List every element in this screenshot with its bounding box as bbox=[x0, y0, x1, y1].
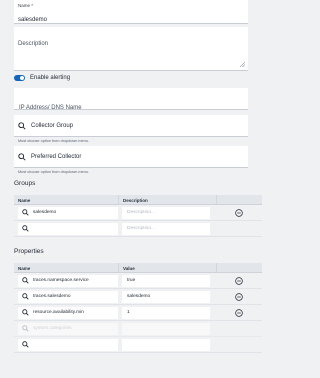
name-value[interactable]: salesdemo bbox=[18, 17, 47, 23]
ip-dns-field[interactable]: IP Address/ DNS Name bbox=[14, 88, 248, 111]
name-label: Name * bbox=[18, 3, 34, 8]
properties-table-header: Name Value bbox=[14, 263, 262, 273]
search-icon bbox=[22, 277, 29, 284]
search-icon bbox=[22, 293, 29, 300]
group-name-input[interactable]: salesdemo bbox=[18, 206, 118, 219]
table-row: resource.availability.min 1 bbox=[14, 305, 262, 321]
property-name: traces.namespace.service bbox=[33, 278, 89, 283]
property-name-input-empty[interactable] bbox=[18, 338, 118, 351]
search-icon bbox=[22, 209, 29, 216]
search-icon bbox=[22, 309, 29, 316]
preferred-collector-helper: Must choose option from dropdown menu. bbox=[18, 170, 89, 174]
search-icon bbox=[18, 121, 26, 130]
groups-col-description: Description bbox=[118, 195, 216, 204]
remove-circle-icon[interactable] bbox=[235, 208, 243, 217]
description-field[interactable]: Description bbox=[14, 27, 248, 71]
properties-table: Name Value traces.namespace.service true bbox=[14, 263, 262, 353]
description-placeholder: Description bbox=[18, 41, 49, 47]
property-name-input[interactable]: traces.salesdemo bbox=[18, 290, 118, 303]
table-row: system.categories bbox=[14, 321, 262, 337]
collector-group-field[interactable]: Collector Group bbox=[14, 115, 248, 137]
search-icon bbox=[22, 325, 29, 332]
groups-col-actions bbox=[216, 195, 262, 204]
property-name-input-disabled[interactable]: system.categories bbox=[18, 322, 118, 335]
property-value-input[interactable]: true bbox=[122, 274, 210, 287]
property-name: resource.availability.min bbox=[33, 310, 84, 315]
remove-circle-icon[interactable] bbox=[235, 276, 243, 285]
property-value-input[interactable]: salesdemo bbox=[122, 290, 210, 303]
property-name: traces.salesdemo bbox=[33, 294, 71, 299]
search-icon bbox=[22, 225, 29, 232]
properties-title: Properties bbox=[14, 248, 44, 255]
groups-table: Name Description salesdemo Description..… bbox=[14, 195, 262, 237]
alerting-label: Enable alerting bbox=[30, 75, 71, 81]
remove-circle-icon[interactable] bbox=[235, 308, 243, 317]
groups-title: Groups bbox=[14, 180, 36, 187]
group-description-input-empty[interactable]: Description... bbox=[122, 222, 210, 235]
table-row: traces.namespace.service true bbox=[14, 273, 262, 289]
property-name-placeholder: system.categories bbox=[33, 326, 72, 331]
property-value-input[interactable] bbox=[122, 338, 210, 351]
name-field[interactable]: Name * salesdemo bbox=[14, 0, 248, 24]
properties-col-value: Value bbox=[118, 263, 216, 272]
property-name-input[interactable]: traces.namespace.service bbox=[18, 274, 118, 287]
search-icon bbox=[18, 152, 26, 161]
search-icon bbox=[22, 341, 29, 348]
group-description-input[interactable]: Description... bbox=[122, 206, 210, 219]
table-row: salesdemo Description... bbox=[14, 205, 262, 221]
groups-table-header: Name Description bbox=[14, 195, 262, 205]
properties-col-actions bbox=[216, 263, 262, 272]
property-name-input[interactable]: resource.availability.min bbox=[18, 306, 118, 319]
property-value-input[interactable] bbox=[122, 322, 210, 335]
collector-group-helper: Must choose option from dropdown menu. bbox=[18, 139, 89, 143]
remove-circle-icon[interactable] bbox=[235, 292, 243, 301]
table-row bbox=[14, 337, 262, 353]
ip-dns-placeholder: IP Address/ DNS Name bbox=[19, 105, 82, 111]
groups-col-name: Name bbox=[18, 198, 31, 203]
device-form: Name * salesdemo Description Enable aler… bbox=[14, 0, 262, 353]
preferred-collector-placeholder: Preferred Collector bbox=[31, 153, 82, 160]
resize-grip-icon[interactable] bbox=[240, 62, 245, 67]
group-name-input-empty[interactable] bbox=[18, 222, 118, 235]
properties-col-name: Name bbox=[18, 266, 31, 271]
table-row: traces.salesdemo salesdemo bbox=[14, 289, 262, 305]
alerting-toggle[interactable] bbox=[14, 75, 25, 81]
alerting-row: Enable alerting bbox=[14, 72, 70, 84]
table-row: Description... bbox=[14, 221, 262, 237]
collector-group-placeholder: Collector Group bbox=[31, 122, 74, 129]
property-value-input[interactable]: 1 bbox=[122, 306, 210, 319]
preferred-collector-field[interactable]: Preferred Collector bbox=[14, 146, 248, 168]
group-name-value: salesdemo bbox=[33, 210, 57, 215]
